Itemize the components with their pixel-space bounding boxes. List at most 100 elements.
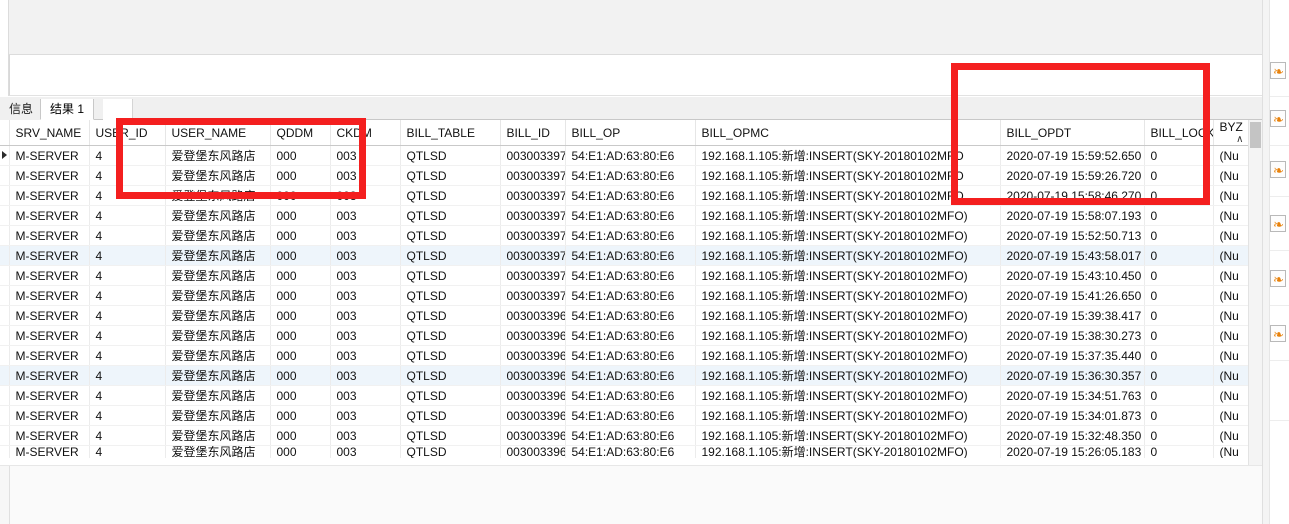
cell-user-name[interactable]: 爱登堡东风路店 (165, 165, 271, 186)
cell-bill-opmc[interactable]: 192.168.1.105:新增:INSERT(SKY-20180102MFO) (695, 205, 1001, 226)
cell-bill-opdt[interactable]: 2020-07-19 15:34:01.873 (1000, 405, 1145, 426)
cell-bill-lock[interactable]: 0 (1144, 265, 1214, 286)
cell-ckdm[interactable]: 003 (330, 265, 401, 286)
cell-user-name[interactable]: 爱登堡东风路店 (165, 425, 271, 446)
cell-byz[interactable]: (Nu (1213, 285, 1249, 306)
cell-bill-opmc[interactable]: 192.168.1.105:新增:INSERT(SKY-20180102MFO (695, 185, 1001, 206)
column-header-qddm[interactable]: QDDM (270, 120, 331, 146)
cell-bill-table[interactable]: QTLSD (400, 165, 501, 186)
cell-bill-opdt[interactable]: 2020-07-19 15:52:50.713 (1000, 225, 1145, 246)
cell-user-name[interactable]: 爱登堡东风路店 (165, 205, 271, 226)
cell-srv-name[interactable]: M-SERVER (9, 425, 90, 446)
cell-user-name[interactable]: 爱登堡东风路店 (165, 225, 271, 246)
cell-bill-table[interactable]: QTLSD (400, 445, 501, 458)
cell-ckdm[interactable]: 003 (330, 245, 401, 266)
cell-bill-table[interactable]: QTLSD (400, 425, 501, 446)
cell-user-name[interactable]: 爱登堡东风路店 (165, 365, 271, 386)
table-row[interactable]: M-SERVER4爱登堡东风路店000003QTLSD003003396654:… (0, 365, 1249, 386)
column-header-user-id[interactable]: USER_ID (89, 120, 166, 146)
cell-bill-op[interactable]: 54:E1:AD:63:80:E6 (565, 185, 696, 206)
cell-user-name[interactable]: 爱登堡东风路店 (165, 285, 271, 306)
cell-byz[interactable]: (Nu (1213, 245, 1249, 266)
cell-bill-opdt[interactable]: 2020-07-19 15:36:30.357 (1000, 365, 1145, 386)
cell-qddm[interactable]: 000 (270, 425, 331, 446)
cell-bill-op[interactable]: 54:E1:AD:63:80:E6 (565, 225, 696, 246)
cell-bill-opmc[interactable]: 192.168.1.105:新增:INSERT(SKY-20180102MFO) (695, 325, 1001, 346)
cell-bill-opmc[interactable]: 192.168.1.105:新增:INSERT(SKY-20180102MFO) (695, 285, 1001, 306)
cell-bill-table[interactable]: QTLSD (400, 345, 501, 366)
table-row[interactable]: M-SERVER4爱登堡东风路店000003QTLSD003003397154:… (0, 265, 1249, 286)
cell-bill-opdt[interactable]: 2020-07-19 15:32:48.350 (1000, 425, 1145, 446)
cell-bill-id[interactable]: 0030033970 (500, 285, 566, 306)
cell-user-name[interactable]: 爱登堡东风路店 (165, 305, 271, 326)
cell-bill-op[interactable]: 54:E1:AD:63:80:E6 (565, 345, 696, 366)
cell-bill-opmc[interactable]: 192.168.1.105:新增:INSERT(SKY-20180102MFO) (695, 345, 1001, 366)
table-row[interactable]: M-SERVER4爱登堡东风路店000003QTLSD003003397654:… (0, 165, 1249, 186)
cell-srv-name[interactable]: M-SERVER (9, 285, 90, 306)
table-row[interactable]: M-SERVER4爱登堡东风路店000003QTLSD003003397454:… (0, 205, 1249, 226)
cell-bill-op[interactable]: 54:E1:AD:63:80:E6 (565, 385, 696, 406)
cell-bill-op[interactable]: 54:E1:AD:63:80:E6 (565, 265, 696, 286)
cell-bill-table[interactable]: QTLSD (400, 185, 501, 206)
cell-bill-opdt[interactable]: 2020-07-19 15:59:26.720 (1000, 165, 1145, 186)
column-header-bill-op[interactable]: BILL_OP (565, 120, 696, 146)
cell-user-id[interactable]: 4 (89, 185, 166, 206)
cell-ckdm[interactable]: 003 (330, 145, 401, 166)
cell-bill-op[interactable]: 54:E1:AD:63:80:E6 (565, 245, 696, 266)
cell-user-name[interactable]: 爱登堡东风路店 (165, 325, 271, 346)
cell-srv-name[interactable]: M-SERVER (9, 145, 90, 166)
cell-srv-name[interactable]: M-SERVER (9, 265, 90, 286)
cell-srv-name[interactable]: M-SERVER (9, 365, 90, 386)
cell-qddm[interactable]: 000 (270, 165, 331, 186)
cell-bill-table[interactable]: QTLSD (400, 225, 501, 246)
cell-user-id[interactable]: 4 (89, 265, 166, 286)
cell-bill-id[interactable]: 0030033976 (500, 165, 566, 186)
cell-user-name[interactable]: 爱登堡东风路店 (165, 445, 271, 458)
cell-qddm[interactable]: 000 (270, 405, 331, 426)
document-icon-1[interactable]: ❧ (1270, 62, 1286, 79)
cell-bill-lock[interactable]: 0 (1144, 285, 1214, 306)
table-row[interactable]: M-SERVER4爱登堡东风路店000003QTLSD003003396454:… (0, 405, 1249, 426)
cell-ckdm[interactable]: 003 (330, 385, 401, 406)
cell-bill-opdt[interactable]: 2020-07-19 15:37:35.440 (1000, 345, 1145, 366)
cell-bill-lock[interactable]: 0 (1144, 305, 1214, 326)
cell-srv-name[interactable]: M-SERVER (9, 245, 90, 266)
column-header-bill-lock[interactable]: BILL_LOCK (1144, 120, 1214, 146)
cell-bill-id[interactable]: 0030033977 (500, 145, 566, 166)
sql-editor-panel[interactable] (9, 55, 1262, 96)
cell-byz[interactable]: (Nu (1213, 385, 1249, 406)
cell-user-name[interactable]: 爱登堡东风路店 (165, 185, 271, 206)
cell-byz[interactable]: (Nu (1213, 305, 1249, 326)
cell-user-name[interactable]: 爱登堡东风路店 (165, 145, 271, 166)
cell-srv-name[interactable]: M-SERVER (9, 165, 90, 186)
cell-bill-op[interactable]: 54:E1:AD:63:80:E6 (565, 425, 696, 446)
table-row[interactable]: M-SERVER4爱登堡东风路店000003QTLSD003003396554:… (0, 385, 1249, 406)
cell-bill-lock[interactable]: 0 (1144, 385, 1214, 406)
cell-ckdm[interactable]: 003 (330, 285, 401, 306)
cell-qddm[interactable]: 000 (270, 145, 331, 166)
cell-byz[interactable]: (Nu (1213, 325, 1249, 346)
cell-bill-id[interactable]: 0030033972 (500, 245, 566, 266)
cell-bill-opmc[interactable]: 192.168.1.105:新增:INSERT(SKY-20180102MFO) (695, 365, 1001, 386)
tab-info[interactable]: 信息 (0, 99, 44, 120)
cell-bill-op[interactable]: 54:E1:AD:63:80:E6 (565, 145, 696, 166)
cell-ckdm[interactable]: 003 (330, 445, 401, 458)
cell-user-id[interactable]: 4 (89, 345, 166, 366)
cell-user-name[interactable]: 爱登堡东风路店 (165, 265, 271, 286)
cell-user-id[interactable]: 4 (89, 245, 166, 266)
table-row[interactable]: M-SERVER4爱登堡东风路店000003QTLSD003003397754:… (0, 145, 1249, 166)
table-row[interactable]: M-SERVER4爱登堡东风路店000003QTLSD003003397354:… (0, 225, 1249, 246)
cell-qddm[interactable]: 000 (270, 325, 331, 346)
column-header-user-name[interactable]: USER_NAME (165, 120, 271, 146)
cell-bill-opdt[interactable]: 2020-07-19 15:34:51.763 (1000, 385, 1145, 406)
cell-bill-table[interactable]: QTLSD (400, 285, 501, 306)
cell-bill-opmc[interactable]: 192.168.1.105:新增:INSERT(SKY-20180102MFO) (695, 225, 1001, 246)
cell-bill-lock[interactable]: 0 (1144, 205, 1214, 226)
cell-bill-table[interactable]: QTLSD (400, 385, 501, 406)
cell-bill-lock[interactable]: 0 (1144, 445, 1214, 458)
cell-bill-opmc[interactable]: 192.168.1.105:新增:INSERT(SKY-20180102MFO (695, 145, 1001, 166)
cell-srv-name[interactable]: M-SERVER (9, 205, 90, 226)
cell-bill-lock[interactable]: 0 (1144, 165, 1214, 186)
cell-bill-opdt[interactable]: 2020-07-19 15:26:05.183 (1000, 445, 1145, 458)
cell-srv-name[interactable]: M-SERVER (9, 405, 90, 426)
